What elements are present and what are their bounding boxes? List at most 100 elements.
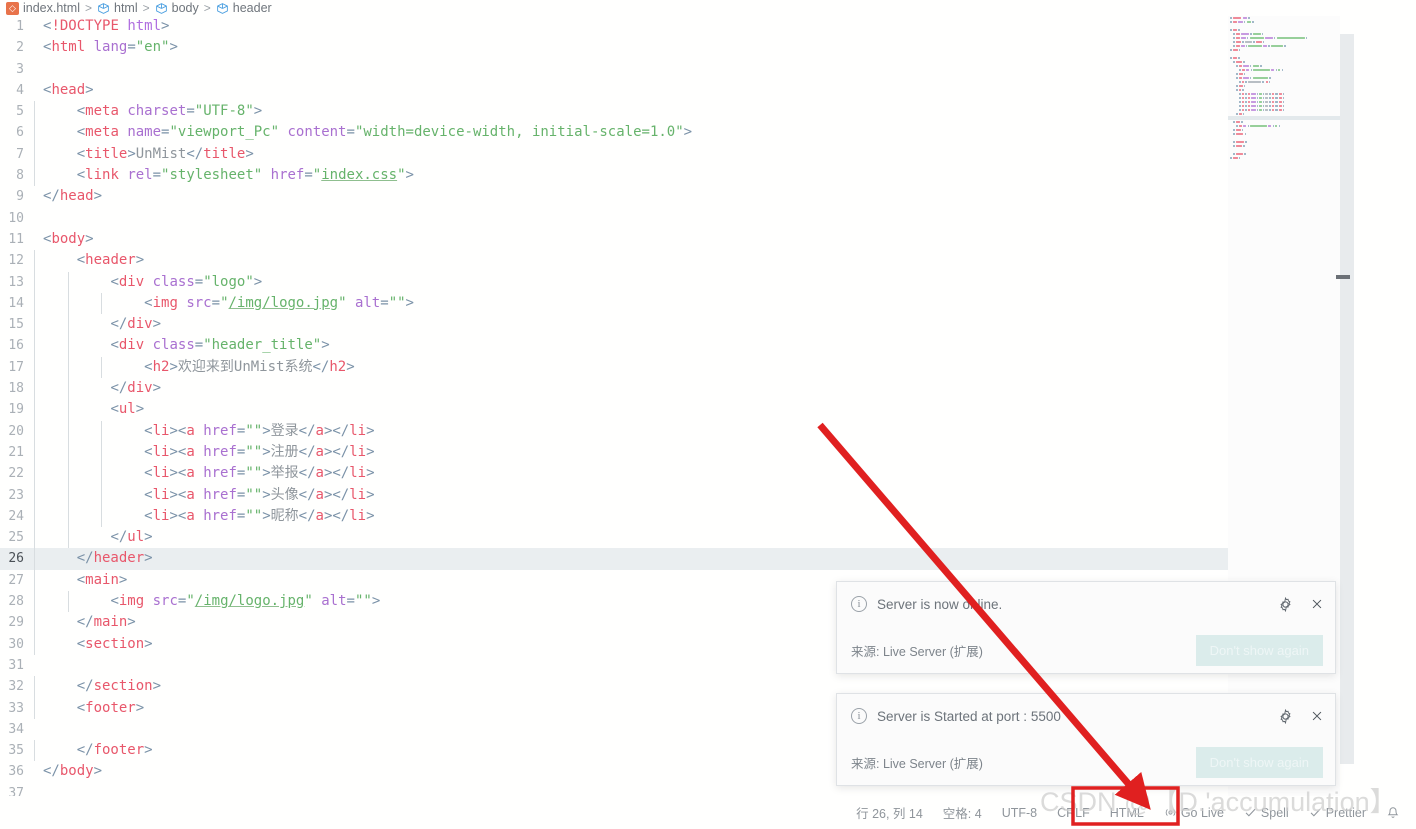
- dont-show-again-button[interactable]: Don't show again: [1196, 635, 1323, 666]
- minimap-token: [1272, 105, 1274, 107]
- minimap-token: [1252, 21, 1254, 23]
- scrollbar-thumb[interactable]: [1340, 34, 1354, 764]
- indent-guide: [101, 442, 102, 463]
- status-spell-label: Spell: [1261, 806, 1289, 820]
- status-cursor-position[interactable]: 行 26, 列 14: [846, 803, 933, 822]
- code-line-content: <!DOCTYPE html>: [34, 16, 169, 37]
- line-number: 17: [0, 357, 34, 378]
- minimap-token: [1239, 77, 1242, 79]
- symbol-cube-icon: [216, 2, 229, 15]
- code-line[interactable]: 7 <title>UnMist</title>: [0, 144, 1228, 165]
- line-number: 7: [0, 144, 34, 165]
- indent-guide: [101, 293, 102, 314]
- breadcrumb-item-header[interactable]: header: [214, 1, 274, 15]
- breadcrumb-item-html[interactable]: html: [95, 1, 140, 15]
- line-number: 5: [0, 101, 34, 122]
- minimap-token: [1272, 93, 1274, 95]
- code-line[interactable]: 25 </ul>: [0, 527, 1228, 548]
- status-indentation[interactable]: 空格: 4: [933, 803, 992, 822]
- code-line[interactable]: 18 </div>: [0, 378, 1228, 399]
- code-line[interactable]: 24 <li><a href="">昵称</a></li>: [0, 506, 1228, 527]
- code-line[interactable]: 5 <meta charset="UTF-8">: [0, 101, 1228, 122]
- code-line[interactable]: 26 </header>: [0, 548, 1228, 569]
- gear-icon[interactable]: [1277, 708, 1293, 724]
- minimap-token: [1257, 97, 1259, 99]
- close-icon[interactable]: [1309, 596, 1325, 612]
- close-icon[interactable]: [1309, 708, 1325, 724]
- code-line[interactable]: 3: [0, 59, 1228, 80]
- code-line-content: <h2>欢迎来到UnMist系统</h2>: [34, 357, 355, 378]
- indent-guide: [68, 421, 69, 442]
- editor-scrollbar[interactable]: [1340, 16, 1354, 796]
- code-line-content: <li><a href="">登录</a></li>: [34, 421, 375, 442]
- status-eol[interactable]: CRLF: [1047, 806, 1100, 820]
- code-line[interactable]: 13 <div class="logo">: [0, 272, 1228, 293]
- code-line[interactable]: 22 <li><a href="">举报</a></li>: [0, 463, 1228, 484]
- code-line[interactable]: 4<head>: [0, 80, 1228, 101]
- status-language-mode[interactable]: HTML: [1100, 806, 1154, 820]
- code-line-content: </header>: [34, 548, 153, 569]
- code-line[interactable]: 10: [0, 208, 1228, 229]
- minimap-token: [1242, 93, 1244, 95]
- minimap-token: [1244, 85, 1246, 87]
- gear-icon[interactable]: [1277, 596, 1293, 612]
- minimap-token: [1236, 65, 1238, 67]
- line-number: 32: [0, 676, 34, 697]
- status-encoding[interactable]: UTF-8: [992, 806, 1047, 820]
- line-number: 22: [0, 463, 34, 484]
- dont-show-again-button[interactable]: Don't show again: [1196, 747, 1323, 778]
- minimap-token: [1273, 125, 1275, 127]
- code-line[interactable]: 19 <ul>: [0, 399, 1228, 420]
- minimap-token: [1233, 45, 1235, 47]
- minimap-token: [1260, 65, 1262, 67]
- minimap-token: [1233, 57, 1237, 59]
- code-line-content: <html lang="en">: [34, 37, 178, 58]
- indent-guide: [68, 463, 69, 484]
- code-line[interactable]: 23 <li><a href="">头像</a></li>: [0, 485, 1228, 506]
- code-line[interactable]: 21 <li><a href="">注册</a></li>: [0, 442, 1228, 463]
- status-notifications[interactable]: [1376, 806, 1410, 820]
- code-line-content: <li><a href="">昵称</a></li>: [34, 506, 375, 527]
- code-line[interactable]: 6 <meta name="viewport_Pc" content="widt…: [0, 122, 1228, 143]
- code-line[interactable]: 8 <link rel="stylesheet" href="index.css…: [0, 165, 1228, 186]
- code-line[interactable]: 20 <li><a href="">登录</a></li>: [0, 421, 1228, 442]
- status-go-live[interactable]: Go Live: [1154, 806, 1234, 820]
- breadcrumb-item-body[interactable]: body: [153, 1, 201, 15]
- status-spell[interactable]: Spell: [1234, 806, 1299, 820]
- line-number: 27: [0, 570, 34, 591]
- code-line[interactable]: 2<html lang="en">: [0, 37, 1228, 58]
- code-line[interactable]: 9</head>: [0, 186, 1228, 207]
- minimap-token: [1282, 69, 1284, 71]
- minimap-token: [1243, 125, 1246, 127]
- code-line[interactable]: 14 <img src="/img/logo.jpg" alt="">: [0, 293, 1228, 314]
- minimap[interactable]: [1228, 16, 1340, 796]
- code-line[interactable]: 15 </div>: [0, 314, 1228, 335]
- code-editor[interactable]: 1<!DOCTYPE html>2<html lang="en">34<head…: [0, 16, 1416, 796]
- minimap-token: [1245, 101, 1247, 103]
- minimap-token: [1245, 141, 1247, 143]
- code-line[interactable]: 1<!DOCTYPE html>: [0, 16, 1228, 37]
- line-number: 23: [0, 485, 34, 506]
- minimap-token: [1266, 81, 1268, 83]
- code-line[interactable]: 12 <header>: [0, 250, 1228, 271]
- code-line[interactable]: 16 <div class="header_title">: [0, 335, 1228, 356]
- code-lines-container[interactable]: 1<!DOCTYPE html>2<html lang="en">34<head…: [0, 16, 1228, 796]
- minimap-token: [1233, 133, 1235, 135]
- code-line-content: <title>UnMist</title>: [34, 144, 254, 165]
- code-line[interactable]: 17 <h2>欢迎来到UnMist系统</h2>: [0, 357, 1228, 378]
- code-line[interactable]: 11<body>: [0, 229, 1228, 250]
- status-prettier[interactable]: Prettier: [1299, 806, 1376, 820]
- minimap-token: [1251, 101, 1255, 103]
- indent-guide: [101, 357, 102, 378]
- indent-guide: [101, 506, 102, 527]
- notification-toast-server-online[interactable]: i Server is now online. 来源: Live Server …: [836, 581, 1336, 674]
- code-line-content: </section>: [34, 676, 161, 697]
- breadcrumb: ◇ index.html > html > body > header: [0, 0, 1416, 16]
- minimap-token: [1257, 93, 1259, 95]
- code-line-content: <li><a href="">头像</a></li>: [34, 485, 375, 506]
- line-number: 4: [0, 80, 34, 101]
- notification-toast-server-started[interactable]: i Server is Started at port : 5500 来源: L…: [836, 693, 1336, 786]
- minimap-token: [1243, 65, 1249, 67]
- minimap-token: [1283, 97, 1285, 99]
- breadcrumb-item-file[interactable]: ◇ index.html: [4, 1, 82, 15]
